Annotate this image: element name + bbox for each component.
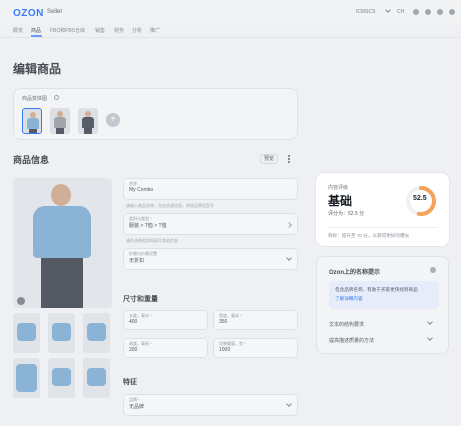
chevron-down-icon[interactable] <box>427 319 433 325</box>
content-rating-card[interactable]: 内容评级 基础 评分为：52.5 分 目标：提升至 70 分，以获得更好的曝光 … <box>316 173 449 246</box>
nav-item-promotion[interactable]: 推广 <box>150 27 160 34</box>
page-title: 编辑商品 <box>13 62 62 76</box>
weight-field[interactable]: 包装重量，克 * 1000 <box>213 338 298 358</box>
info-icon[interactable] <box>54 95 59 100</box>
chat-icon[interactable] <box>413 9 419 15</box>
zoom-icon[interactable] <box>17 297 25 305</box>
pants-icon <box>56 128 64 134</box>
dimensions-title: 尺寸和重量 <box>123 296 158 303</box>
tshirt-icon <box>54 117 66 128</box>
settings-icon[interactable] <box>449 9 455 15</box>
width-field[interactable]: 宽度，毫米 * 350 <box>213 310 298 330</box>
tshirt-icon <box>17 323 36 341</box>
account-switcher[interactable]: ICMSCS <box>356 9 375 15</box>
main-navigation: 概览 商品 FBO和FBS仓库 销售 财务 分析 推广 <box>0 24 461 38</box>
name-hint: 请输入商品名称，包含关键信息，例如品牌及型号 <box>126 203 214 208</box>
pants-icon <box>84 128 92 134</box>
product-photo[interactable] <box>83 313 110 353</box>
tips-info-box: 包含品牌名称，有助于买家更快找到商品 了解详细内容 <box>329 281 439 309</box>
tshirt-icon <box>87 323 106 341</box>
tshirt-icon <box>27 118 39 129</box>
ozon-logo[interactable]: OZON <box>13 8 44 19</box>
rating-note: 目标：提升至 70 分，以获得更好的曝光 <box>328 233 410 238</box>
category-field[interactable]: 类别与类型 * 服装 > T恤 > T恤 <box>123 213 298 235</box>
length-field[interactable]: 长度，毫米 * 400 <box>123 310 208 330</box>
tshirt-icon <box>52 368 71 386</box>
tips-row-text-structure[interactable]: 文本的结构要求 <box>329 321 364 328</box>
variants-card: 商品变体图 + <box>13 88 298 140</box>
nav-item-sales[interactable]: 销售 <box>95 27 105 34</box>
product-photo[interactable] <box>13 313 40 353</box>
field-value: 1000 <box>219 347 231 353</box>
chevron-right-icon <box>286 222 292 228</box>
tshirt-icon <box>52 323 71 341</box>
nav-item-products[interactable]: 商品 <box>31 27 41 34</box>
more-menu-icon[interactable] <box>288 155 290 163</box>
field-value: My Combo <box>129 187 154 193</box>
language-switcher[interactable]: CH <box>397 9 404 15</box>
product-photo[interactable] <box>83 358 110 398</box>
field-value: 无折扣 <box>129 258 145 264</box>
main-product-photo[interactable] <box>13 178 112 308</box>
nav-item-fbo-fbs[interactable]: FBO和FBS仓库 <box>50 27 85 34</box>
product-info-title: 商品信息 <box>13 155 50 165</box>
height-field[interactable]: 高度，毫米 * 200 <box>123 338 208 358</box>
field-value: 200 <box>129 347 138 353</box>
category-hint: 请先选择类别再填写其他信息 <box>126 238 178 243</box>
info-icon[interactable] <box>430 267 436 273</box>
variants-label: 商品变体图 <box>22 96 48 102</box>
field-value: 无品牌 <box>129 404 145 410</box>
tshirt-icon <box>33 206 91 258</box>
field-value: 350 <box>219 319 228 325</box>
price-settings-field[interactable]: 价格与价格设置 无折扣 <box>123 248 298 270</box>
rating-score-text: 评分为：52.5 分 <box>328 211 365 217</box>
pants-icon <box>29 129 37 133</box>
chevron-down-icon <box>286 255 292 261</box>
tips-title: Ozon上的名称提示 <box>329 270 380 276</box>
support-icon[interactable] <box>425 9 431 15</box>
top-bar: OZON Seller ICMSCS CH <box>0 0 461 24</box>
product-photo[interactable] <box>48 358 75 398</box>
tshirt-icon <box>82 117 94 128</box>
product-photo[interactable] <box>13 358 40 398</box>
pants-icon <box>41 258 83 308</box>
tshirt-icon <box>16 364 37 392</box>
attributes-title: 特征 <box>123 379 137 386</box>
product-name-field[interactable]: 名称 My Combo <box>123 178 298 200</box>
notifications-icon[interactable] <box>437 9 443 15</box>
nav-item-analytics[interactable]: 分析 <box>132 27 142 34</box>
chevron-down-icon[interactable] <box>385 7 391 13</box>
divider <box>328 227 438 228</box>
rating-score-value: 52.5 <box>413 195 427 202</box>
chevron-down-icon[interactable] <box>427 335 433 341</box>
variant-thumbnail[interactable] <box>78 108 98 134</box>
logo-subtitle: Seller <box>47 9 63 15</box>
add-variant-icon[interactable]: + <box>106 113 120 127</box>
variant-thumbnail[interactable] <box>50 108 70 134</box>
rating-level: 基础 <box>328 194 353 208</box>
field-value: 服装 > T恤 > T恤 <box>129 223 167 229</box>
chevron-down-icon <box>286 401 292 407</box>
rating-caption: 内容评级 <box>328 185 349 191</box>
variant-thumbnail[interactable] <box>22 108 42 134</box>
nav-item-overview[interactable]: 概览 <box>13 27 23 34</box>
tshirt-icon <box>87 368 106 386</box>
field-value: 400 <box>129 319 138 325</box>
ozon-tips-panel: Ozon上的名称提示 包含品牌名称，有助于买家更快找到商品 了解详细内容 文本的… <box>316 256 449 354</box>
tips-more-link[interactable]: 了解详细内容 <box>335 296 363 302</box>
active-tab-indicator <box>31 35 42 37</box>
tips-info-text: 包含品牌名称，有助于买家更快找到商品 <box>335 287 418 292</box>
preview-button[interactable]: 预览 <box>260 154 278 164</box>
tips-row-description-quality[interactable]: 提高描述质量的方法 <box>329 337 374 344</box>
product-photo[interactable] <box>48 313 75 353</box>
nav-item-finance[interactable]: 财务 <box>114 27 124 34</box>
model-head-icon <box>51 184 71 206</box>
brand-field[interactable]: 品牌 * 无品牌 <box>123 394 298 416</box>
